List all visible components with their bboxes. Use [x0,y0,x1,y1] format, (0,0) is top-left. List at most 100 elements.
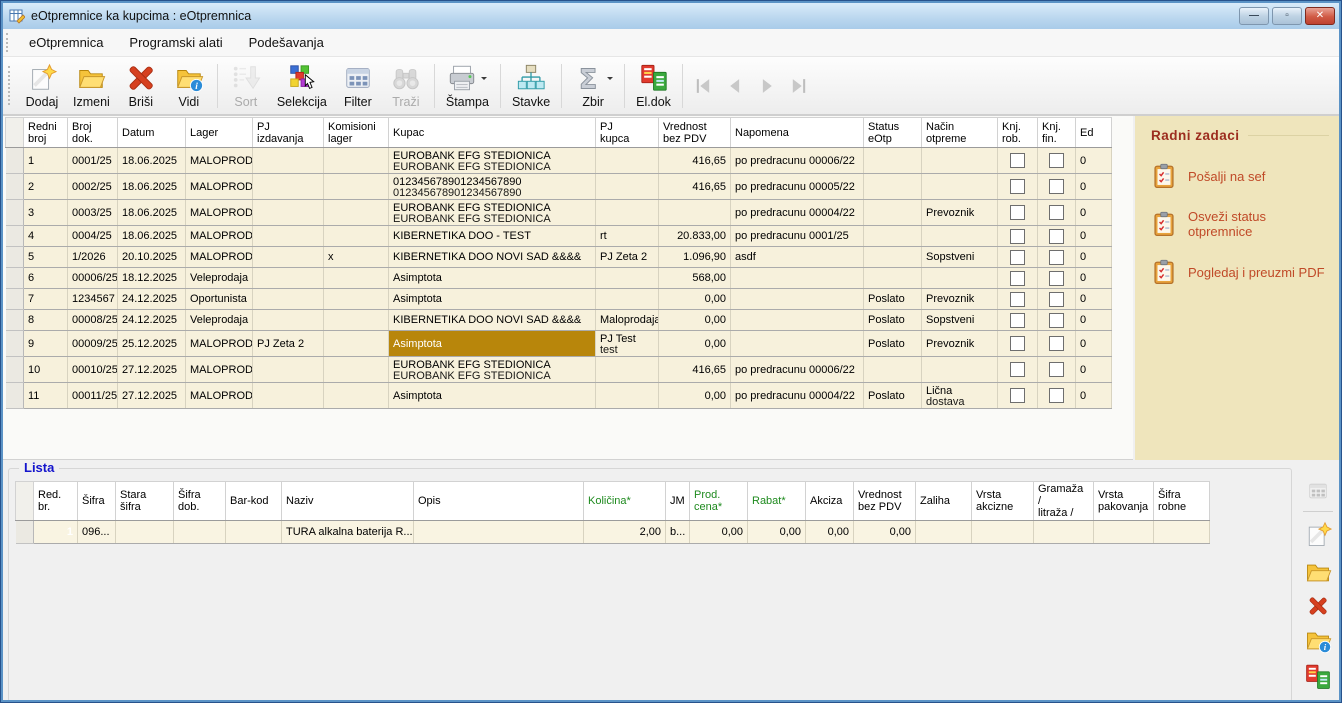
cell-datum[interactable]: 27.12.2025 [118,357,186,383]
lista-add-button[interactable] [1304,521,1332,549]
cell-pj_kupca[interactable] [596,383,659,409]
cell-kupac[interactable]: KIBERNETIKA DOO NOVI SAD &&&& [389,247,596,268]
cell-knj_rob[interactable] [998,310,1038,331]
col-knj_rob[interactable]: Knj. rob. [998,118,1038,148]
col-pj_izdavanja[interactable]: PJ izdavanja [253,118,324,148]
col-ed[interactable]: Ed [1076,118,1112,148]
cell-status_eotp[interactable] [864,200,922,226]
cell-napomena[interactable]: po predracunu 00006/22 [731,357,864,383]
nav-last-button[interactable] [785,72,813,100]
cell-nacin_otpreme[interactable] [922,226,998,247]
cell-knj_fin[interactable] [1038,200,1076,226]
cell-lager[interactable]: MALOPRODAJA [186,200,253,226]
col-naziv[interactable]: Naziv [282,482,414,521]
cell-vrsta_akcizne[interactable] [972,521,1034,544]
cell-ed[interactable]: 0 [1076,247,1112,268]
checkbox[interactable] [1010,362,1025,377]
cell-datum[interactable]: 18.06.2025 [118,148,186,174]
cell-status_eotp[interactable]: Poslato [864,383,922,409]
col-vrednost[interactable]: Vrednost bez PDV [854,482,916,521]
cell-ed[interactable]: 0 [1076,383,1112,409]
cell-redni_broj[interactable]: 4 [24,226,68,247]
cell-knj_fin[interactable] [1038,174,1076,200]
col-sifra_dob[interactable]: Šifra dob. [174,482,226,521]
delete-button[interactable]: Briši [117,60,165,112]
task-send-to-sef[interactable]: Pošalji na sef [1151,163,1329,189]
col-red_br[interactable]: Red. br. [34,482,78,521]
cell-kupac[interactable]: KIBERNETIKA DOO - TEST [389,226,596,247]
cell-pj_izdavanja[interactable] [253,226,324,247]
lista-delete-button[interactable] [1307,595,1329,617]
cell-vrednost_bez_pdv[interactable] [659,200,731,226]
add-button[interactable]: Dodaj [18,60,66,112]
cell-red_br[interactable]: 1 [34,521,78,544]
cell-broj_dok[interactable]: 0001/25 [68,148,118,174]
chevron-down-icon[interactable] [481,77,487,83]
menu-programski-alati[interactable]: Programski alati [116,31,235,54]
cell-napomena[interactable]: po predracunu 00004/22 [731,200,864,226]
cell-datum[interactable]: 24.12.2025 [118,289,186,310]
nav-first-button[interactable] [689,72,717,100]
cell-knj_rob[interactable] [998,383,1038,409]
cell-napomena[interactable]: po predracunu 0001/25 [731,226,864,247]
lista-filter-button[interactable] [1307,480,1329,502]
col-broj_dok[interactable]: Broj dok. [68,118,118,148]
filter-button[interactable]: Filter [334,60,382,112]
col-opis[interactable]: Opis [414,482,584,521]
cell-pj_kupca[interactable] [596,289,659,310]
cell-gramaza[interactable] [1034,521,1094,544]
cell-opis[interactable] [414,521,584,544]
cell-gutter[interactable] [6,174,24,200]
checkbox[interactable] [1010,153,1025,168]
cell-vrednost_bez_pdv[interactable]: 568,00 [659,268,731,289]
cell-napomena[interactable]: po predracunu 00006/22 [731,148,864,174]
cell-lager[interactable]: MALOPRODAJA [186,331,253,357]
cell-napomena[interactable]: po predracunu 00005/22 [731,174,864,200]
cell-datum[interactable]: 24.12.2025 [118,310,186,331]
cell-datum[interactable]: 18.06.2025 [118,174,186,200]
cell-pj_izdavanja[interactable] [253,200,324,226]
cell-sifra_dob[interactable] [174,521,226,544]
cell-nacin_otpreme[interactable]: Sopstveni [922,310,998,331]
cell-broj_dok[interactable]: 00011/251 [68,383,118,409]
cell-knj_fin[interactable] [1038,331,1076,357]
col-gramaza[interactable]: Gramaža / litraža / [1034,482,1094,521]
cell-knj_rob[interactable] [998,268,1038,289]
cell-pj_izdavanja[interactable] [253,357,324,383]
cell-komisioni_lager[interactable] [324,226,389,247]
cell-broj_dok[interactable]: 0003/25 [68,200,118,226]
checkbox[interactable] [1049,388,1064,403]
cell-komisioni_lager[interactable] [324,174,389,200]
checkbox[interactable] [1010,229,1025,244]
cell-ed[interactable]: 0 [1076,289,1112,310]
col-vrsta_pak[interactable]: Vrsta pakovanja [1094,482,1154,521]
cell-datum[interactable]: 25.12.2025 [118,331,186,357]
cell-vrednost_bez_pdv[interactable]: 1.096,90 [659,247,731,268]
cell-gutter[interactable] [6,247,24,268]
cell-knj_fin[interactable] [1038,383,1076,409]
cell-datum[interactable]: 18.12.2025 [118,268,186,289]
cell-komisioni_lager[interactable] [324,268,389,289]
cell-kupac[interactable]: Asimptota [389,383,596,409]
cell-status_eotp[interactable] [864,357,922,383]
task-refresh-status[interactable]: Osveži status otpremnice [1151,209,1329,239]
cell-knj_fin[interactable] [1038,289,1076,310]
col-komisioni_lager[interactable]: Komisioni lager [324,118,389,148]
close-button[interactable]: ✕ [1305,7,1335,25]
cell-nacin_otpreme[interactable] [922,268,998,289]
cell-vrednost_bez_pdv[interactable]: 0,00 [659,289,731,310]
items-button[interactable]: Stavke [505,60,557,112]
cell-status_eotp[interactable]: Poslato [864,331,922,357]
cell-status_eotp[interactable] [864,226,922,247]
cell-broj_dok[interactable]: 00008/25 [68,310,118,331]
col-knj_fin[interactable]: Knj. fin. [1038,118,1076,148]
cell-broj_dok[interactable]: 0002/25 [68,174,118,200]
col-napomena[interactable]: Napomena [731,118,864,148]
cell-vrednost_bez_pdv[interactable]: 20.833,00 [659,226,731,247]
cell-gutter[interactable] [6,148,24,174]
cell-pj_kupca[interactable] [596,174,659,200]
menu-podesavanja[interactable]: Podešavanja [236,31,337,54]
minimize-button[interactable]: — [1239,7,1269,25]
cell-redni_broj[interactable]: 8 [24,310,68,331]
cell-lager[interactable]: MALOPRODAJA [186,383,253,409]
